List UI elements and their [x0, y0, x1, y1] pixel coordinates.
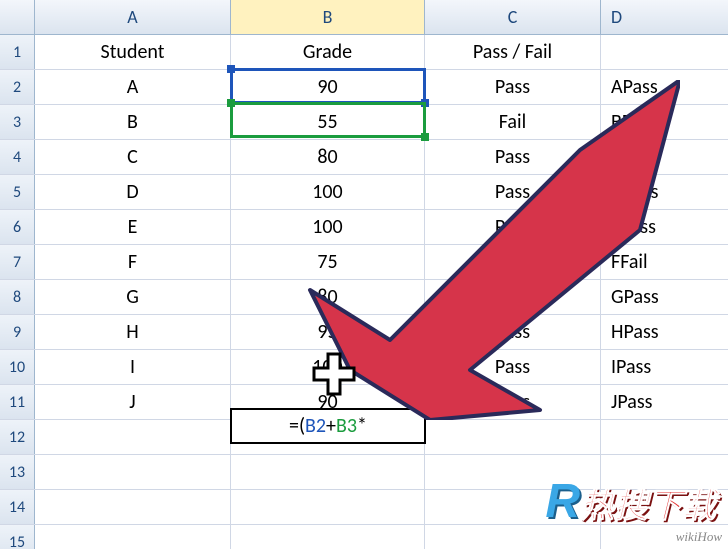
row-header[interactable]: 9	[0, 315, 35, 349]
select-all-corner[interactable]	[0, 0, 35, 34]
formula-edit-cell-B12[interactable]: =(B2+B3*	[230, 408, 426, 444]
cell-A10[interactable]: I	[35, 350, 231, 384]
cell-B9[interactable]: 95	[231, 315, 425, 349]
row-header[interactable]: 7	[0, 245, 35, 279]
cell-C10[interactable]: Pass	[425, 350, 601, 384]
cell-A8[interactable]: G	[35, 280, 231, 314]
cell-A9[interactable]: H	[35, 315, 231, 349]
site-logo: R热搜下载	[545, 474, 716, 529]
cell-B6[interactable]: 100	[231, 210, 425, 244]
cell-B15[interactable]	[231, 525, 425, 549]
row-7[interactable]: 7 F 75 Fail FFail	[0, 245, 728, 280]
cell-C3[interactable]: Fail	[425, 105, 601, 139]
formula-ref-B2: B2	[305, 414, 326, 438]
column-header-B[interactable]: B	[231, 0, 425, 34]
formula-text: +	[326, 414, 336, 438]
row-header[interactable]: 14	[0, 490, 35, 524]
cell-A11[interactable]: J	[35, 385, 231, 419]
row-3[interactable]: 3 B 55 Fail BFail	[0, 105, 728, 140]
row-2[interactable]: 2 A 90 Pass APass	[0, 70, 728, 105]
row-1[interactable]: 1 Student Grade Pass / Fail	[0, 35, 728, 70]
cell-A4[interactable]: C	[35, 140, 231, 174]
cell-D3[interactable]: BFail	[601, 105, 728, 139]
column-header-A[interactable]: A	[35, 0, 231, 34]
cell-A3[interactable]: B	[35, 105, 231, 139]
row-5[interactable]: 5 D 100 Pass DPass	[0, 175, 728, 210]
watermark: wikiHow	[676, 529, 722, 545]
cell-A1[interactable]: Student	[35, 35, 231, 69]
cell-D12[interactable]	[601, 420, 728, 454]
cell-B4[interactable]: 80	[231, 140, 425, 174]
cell-B1[interactable]: Grade	[231, 35, 425, 69]
formula-ref-B3: B3	[336, 414, 357, 438]
cell-B3[interactable]: 55	[231, 105, 425, 139]
logo-text: 热搜下载	[580, 487, 716, 525]
row-header[interactable]: 15	[0, 525, 35, 549]
row-header[interactable]: 8	[0, 280, 35, 314]
cell-B2[interactable]: 90	[231, 70, 425, 104]
column-header-D[interactable]: D	[601, 0, 728, 34]
cell-C7[interactable]: Fail	[425, 245, 601, 279]
row-header[interactable]: 6	[0, 210, 35, 244]
cell-A12[interactable]	[35, 420, 231, 454]
cell-D6[interactable]: EPass	[601, 210, 728, 244]
column-header-row: A B C D	[0, 0, 728, 35]
formula-text: *	[357, 414, 367, 438]
cell-C8[interactable]: Pass	[425, 280, 601, 314]
cell-A5[interactable]: D	[35, 175, 231, 209]
spreadsheet-grid[interactable]: A B C D 1 Student Grade Pass / Fail 2 A …	[0, 0, 728, 549]
cell-D8[interactable]: GPass	[601, 280, 728, 314]
row-9[interactable]: 9 H 95 Pass HPass	[0, 315, 728, 350]
row-header[interactable]: 11	[0, 385, 35, 419]
cell-C12[interactable]	[425, 420, 601, 454]
cell-B8[interactable]: 80	[231, 280, 425, 314]
row-header[interactable]: 3	[0, 105, 35, 139]
cell-B13[interactable]	[231, 455, 425, 489]
cell-A15[interactable]	[35, 525, 231, 549]
row-4[interactable]: 4 C 80 Pass CPass	[0, 140, 728, 175]
cell-D2[interactable]: APass	[601, 70, 728, 104]
row-header[interactable]: 12	[0, 420, 35, 454]
cell-D1[interactable]	[601, 35, 728, 69]
row-8[interactable]: 8 G 80 Pass GPass	[0, 280, 728, 315]
cell-A2[interactable]: A	[35, 70, 231, 104]
cell-B10[interactable]: 100	[231, 350, 425, 384]
row-6[interactable]: 6 E 100 Pass EPass	[0, 210, 728, 245]
cell-A14[interactable]	[35, 490, 231, 524]
column-header-C[interactable]: C	[425, 0, 601, 34]
cell-B7[interactable]: 75	[231, 245, 425, 279]
cell-C9[interactable]: Pass	[425, 315, 601, 349]
row-10[interactable]: 10 I 100 Pass IPass	[0, 350, 728, 385]
cell-B14[interactable]	[231, 490, 425, 524]
cell-B5[interactable]: 100	[231, 175, 425, 209]
row-header[interactable]: 10	[0, 350, 35, 384]
row-header[interactable]: 13	[0, 455, 35, 489]
cell-D11[interactable]: JPass	[601, 385, 728, 419]
cell-C2[interactable]: Pass	[425, 70, 601, 104]
row-header[interactable]: 4	[0, 140, 35, 174]
row-header[interactable]: 5	[0, 175, 35, 209]
cell-C5[interactable]: Pass	[425, 175, 601, 209]
cell-C6[interactable]: Pass	[425, 210, 601, 244]
row-header[interactable]: 2	[0, 70, 35, 104]
formula-text: =(	[289, 414, 305, 438]
cell-D7[interactable]: FFail	[601, 245, 728, 279]
cell-A6[interactable]: E	[35, 210, 231, 244]
cell-D9[interactable]: HPass	[601, 315, 728, 349]
row-header[interactable]: 1	[0, 35, 35, 69]
cell-C11[interactable]: Pass	[425, 385, 601, 419]
cell-A7[interactable]: F	[35, 245, 231, 279]
cell-D5[interactable]: DPass	[601, 175, 728, 209]
cell-A13[interactable]	[35, 455, 231, 489]
cell-C1[interactable]: Pass / Fail	[425, 35, 601, 69]
cell-C4[interactable]: Pass	[425, 140, 601, 174]
cell-D10[interactable]: IPass	[601, 350, 728, 384]
logo-letter: R	[545, 475, 580, 528]
cell-D4[interactable]: CPass	[601, 140, 728, 174]
